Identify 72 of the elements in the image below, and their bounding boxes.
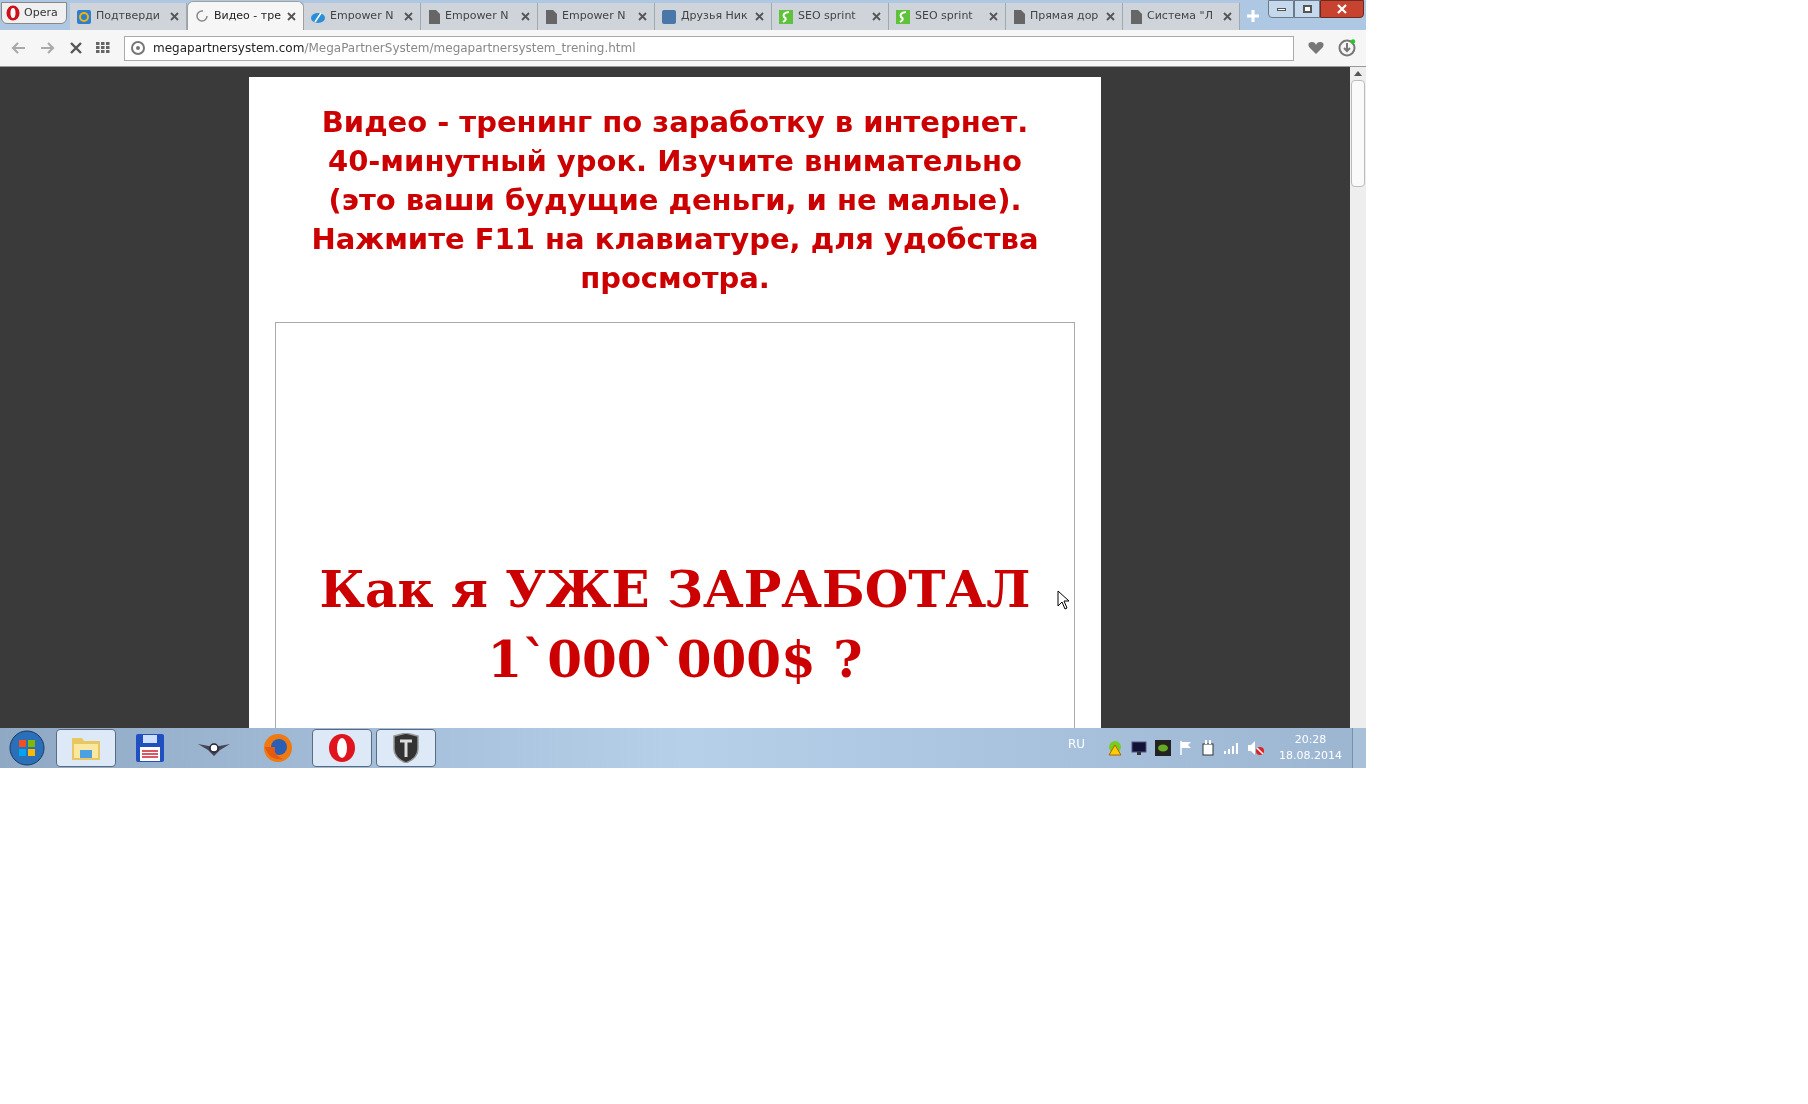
tab-title: SEO sprint [798,8,857,25]
opera-menu-button[interactable]: Opera [1,2,67,24]
close-icon[interactable] [755,12,764,21]
address-field[interactable]: megapartnersystem.com/MegaPartnerSystem/megapartnersystem_trening.html [124,35,1294,61]
browser-tab[interactable]: Прямая дор [1006,3,1123,30]
opera-icon [328,733,356,763]
browser-tab[interactable]: Видео - тре [187,1,304,30]
tab-title: Прямая дор [1030,8,1100,25]
mail-icon [77,9,91,24]
close-icon[interactable] [638,12,647,21]
close-icon[interactable] [989,12,998,21]
grid-icon[interactable] [96,42,110,54]
browser-tab[interactable]: Подтверди [70,3,187,30]
browser-tab[interactable]: SEO sprint [772,3,889,30]
browser-tab[interactable]: Empower N [421,3,538,30]
power-plug-icon[interactable] [1201,740,1215,756]
tab-title: Empower N [330,8,395,25]
browser-tab[interactable]: SEO sprint [889,3,1006,30]
heart-icon[interactable] [1308,41,1324,55]
page-heading: Видео - тренинг по заработку в интернет. 40-минутный урок. Изучите внимательно (это ваши будущие деньги, и не малые). Нажмите F11 на клавиатуре, для удобства просмотра. [310,104,1040,297]
close-icon[interactable] [404,12,413,21]
page-icon [1130,9,1142,24]
close-icon[interactable] [872,12,881,21]
close-icon [1337,4,1347,14]
globe-icon [131,41,145,55]
windows-logo-icon [9,730,45,766]
browser-tab[interactable]: Empower N [538,3,655,30]
opera-logo-icon [6,5,20,21]
tab-title: Подтверди [96,8,161,25]
taskbar-button[interactable] [56,729,116,767]
clock-date: 18.08.2014 [1279,748,1342,764]
eye-icon[interactable] [1155,740,1171,756]
tab-title: Друзья Ник [681,8,749,25]
loading-icon [195,9,209,23]
tab-title: SEO sprint [915,8,974,25]
cursor-icon [1057,590,1070,610]
taskbar-button[interactable] [312,729,372,767]
page-icon [545,9,557,24]
close-icon[interactable] [1106,12,1115,21]
scrollbar[interactable] [1350,67,1366,728]
tab-title: Empower N [445,8,510,25]
stop-icon[interactable] [70,42,82,54]
scroll-up-icon[interactable] [1354,71,1362,76]
tab-title: Видео - тре [214,7,282,24]
browser-tab[interactable]: Друзья Ник [655,3,772,30]
muted-speaker-icon[interactable] [1247,740,1265,756]
browser-tab[interactable]: Empower N [304,3,421,30]
close-button[interactable] [1320,0,1364,18]
url-text: megapartnersystem.com/MegaPartnerSystem/megapartnersystem_trening.html [153,40,636,57]
clock-time: 20:28 [1294,732,1327,748]
close-icon[interactable] [1223,12,1232,21]
seo-icon [779,9,793,24]
browser-tab[interactable]: Система "Л [1123,3,1240,30]
video-title: Как я УЖЕ ЗАРАБОТАЛ [319,559,1031,621]
scrollbar-thumb[interactable] [1351,80,1365,187]
taskbar-button[interactable] [376,729,436,767]
seo-icon [896,9,910,24]
close-icon[interactable] [521,12,530,21]
tab-title: Система "Л [1147,8,1214,25]
tab-title: Empower N [562,8,627,25]
video-title: 1`000`000$ ? [487,629,863,691]
close-icon[interactable] [170,12,179,21]
close-icon[interactable] [287,11,296,21]
page-icon [428,9,440,24]
minimize-button[interactable] [1268,0,1294,18]
warning-icon[interactable] [1107,740,1123,756]
download-icon[interactable] [1338,39,1356,57]
firefox-icon [263,733,293,763]
monitor-icon[interactable] [1131,740,1147,756]
page-icon [1013,9,1025,24]
shield-icon [393,733,419,763]
restore-button[interactable] [1294,0,1320,18]
